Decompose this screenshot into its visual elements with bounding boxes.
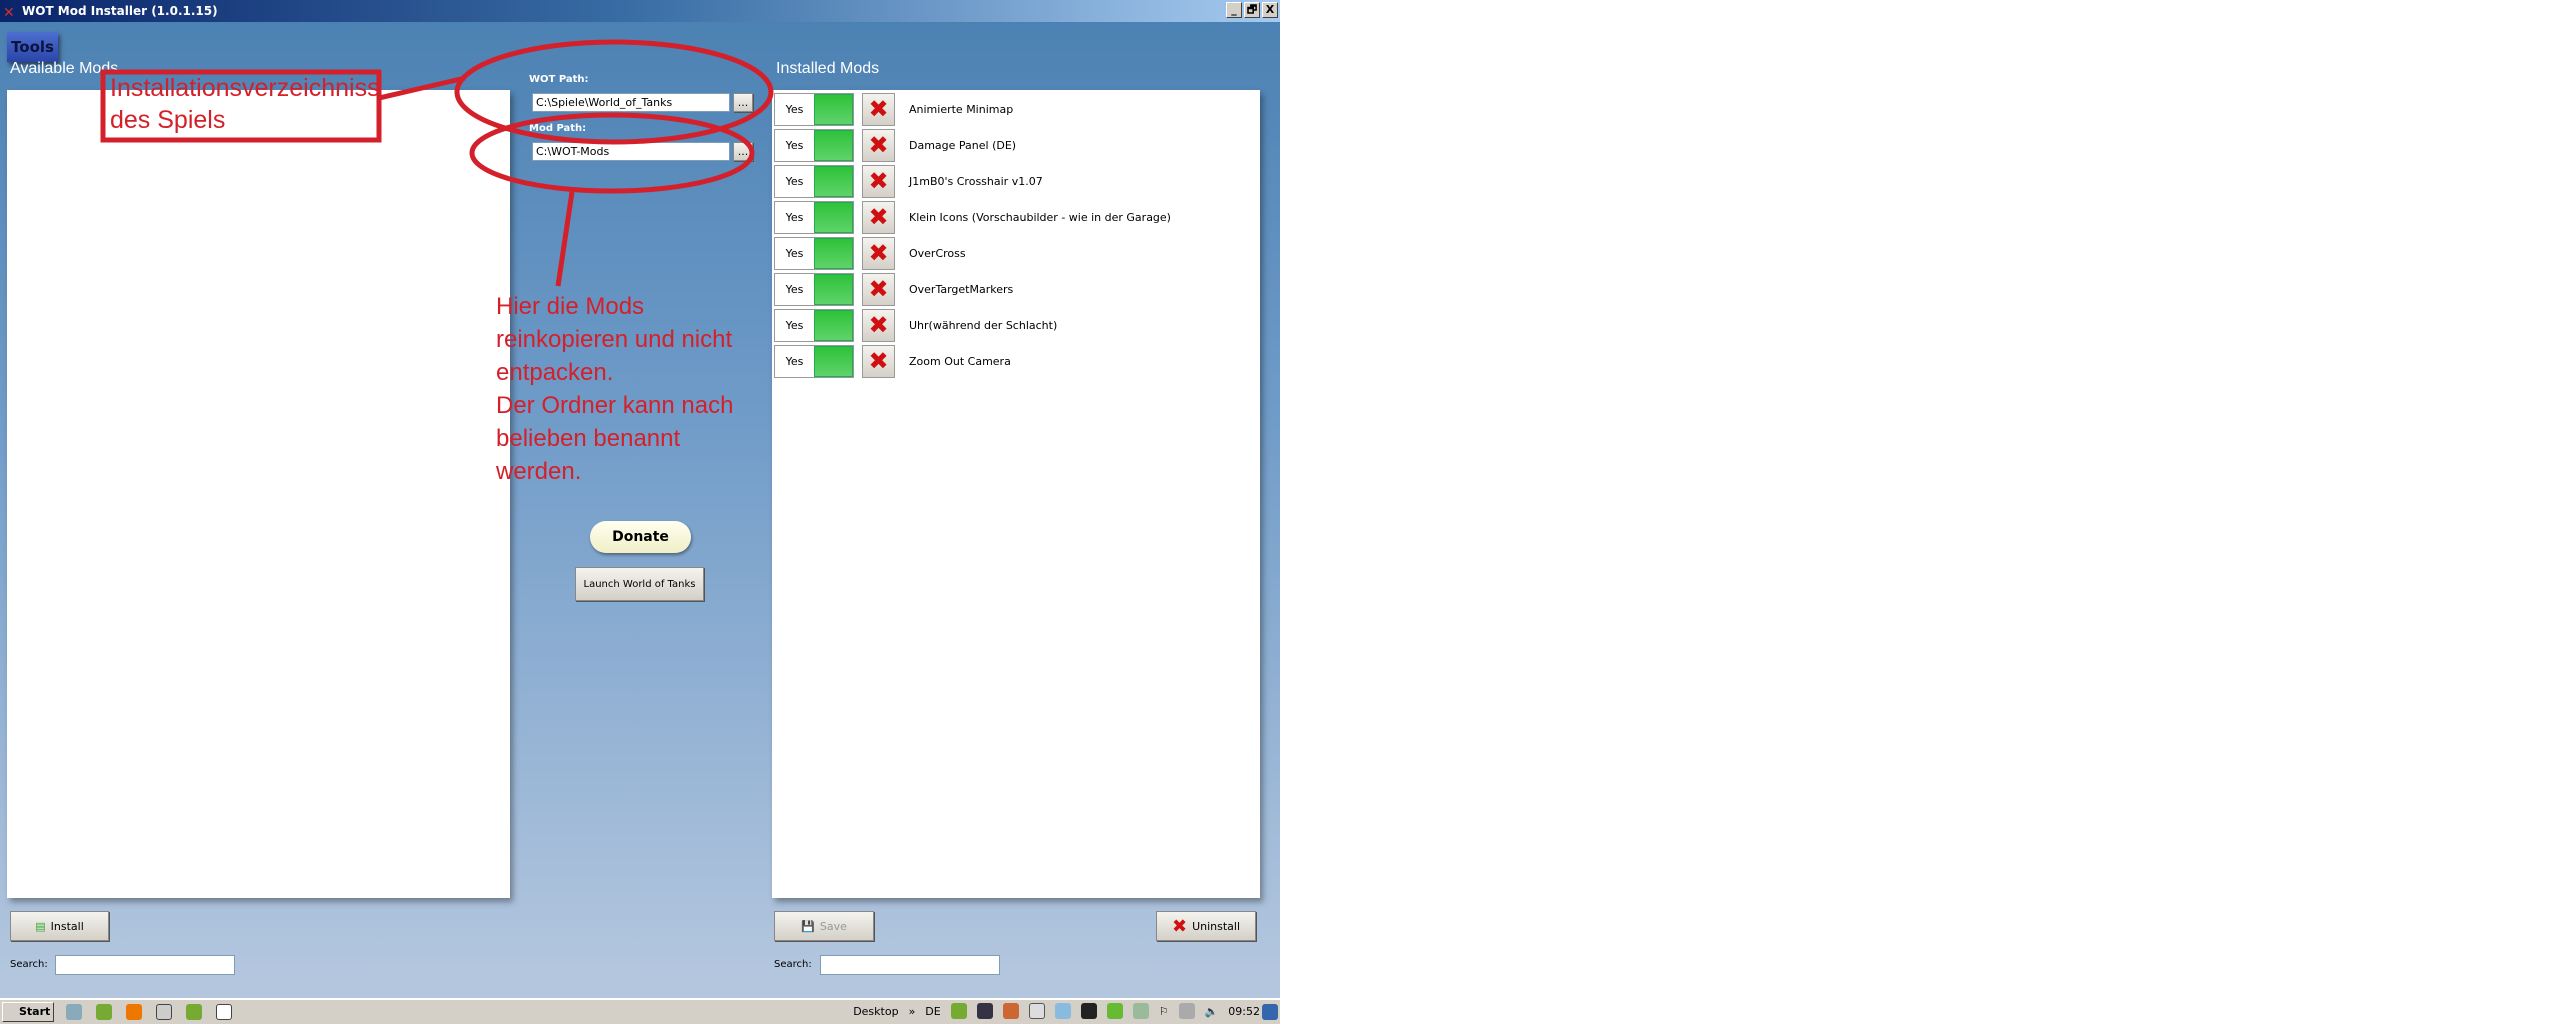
donate-button[interactable]: Donate xyxy=(590,521,691,553)
taskbar: Start Desktop » DE ⚐ 🔈 09:52 xyxy=(0,998,1280,1024)
explorer-icon[interactable] xyxy=(66,1004,82,1020)
clock[interactable]: 09:52 xyxy=(1228,1005,1260,1018)
wot-installer-task-icon[interactable] xyxy=(216,1004,232,1020)
game-icon[interactable] xyxy=(96,1004,112,1020)
firefox-icon[interactable] xyxy=(126,1004,142,1020)
toolbar-chevron-icon[interactable]: » xyxy=(909,1005,916,1018)
launch-game-button[interactable]: Launch World of Tanks xyxy=(575,567,704,601)
installed-search-label: Search: xyxy=(774,959,812,970)
annotation-ellipse-mod xyxy=(469,112,755,194)
available-search-label: Search: xyxy=(10,959,48,970)
install-icon: ▤ xyxy=(35,919,46,933)
tray-flag-icon[interactable]: ⚐ xyxy=(1159,1005,1169,1018)
tray-app-icon[interactable] xyxy=(1002,1003,1019,1019)
tray-game-icon[interactable] xyxy=(950,1003,967,1019)
tray-device-icon[interactable] xyxy=(1178,1003,1195,1019)
annotation-box-text: Installationsverzeichniss des Spiels xyxy=(110,74,380,134)
tray-network-icon[interactable] xyxy=(1132,1003,1149,1019)
game-icon[interactable] xyxy=(186,1004,202,1020)
uninstall-button[interactable]: ✖ Uninstall xyxy=(1156,911,1256,941)
tray-app-icon[interactable] xyxy=(1028,1003,1045,1019)
save-icon: 💾 xyxy=(801,919,815,933)
app-icon[interactable] xyxy=(156,1004,172,1020)
tray-volume-icon[interactable]: 🔈 xyxy=(1205,1005,1219,1018)
tray-steam-icon[interactable] xyxy=(976,1003,993,1019)
install-button[interactable]: ▤ Install xyxy=(10,911,109,941)
annotation-note: Hier die Mods reinkopieren und nicht entpa… xyxy=(496,293,734,485)
app-window: ✕ WOT Mod Installer (1.0.1.15) _ 🗗 X Too… xyxy=(0,0,1280,1024)
installed-search-input[interactable] xyxy=(820,955,1000,975)
uninstall-x-icon: ✖ xyxy=(1171,915,1188,937)
desktop-toolbar-label[interactable]: Desktop xyxy=(853,1005,898,1018)
annotation-line xyxy=(555,191,575,287)
tray-app-icon[interactable] xyxy=(1080,1003,1097,1019)
language-indicator[interactable]: DE xyxy=(925,1005,940,1018)
start-button[interactable]: Start xyxy=(2,1002,54,1022)
tray-app-icon[interactable] xyxy=(1054,1003,1071,1019)
show-desktop-icon[interactable] xyxy=(1262,1004,1278,1020)
tray-nvidia-icon[interactable] xyxy=(1106,1003,1123,1019)
save-button[interactable]: 💾 Save xyxy=(774,911,874,941)
annotation-line xyxy=(378,75,466,101)
available-search-input[interactable] xyxy=(55,955,235,975)
